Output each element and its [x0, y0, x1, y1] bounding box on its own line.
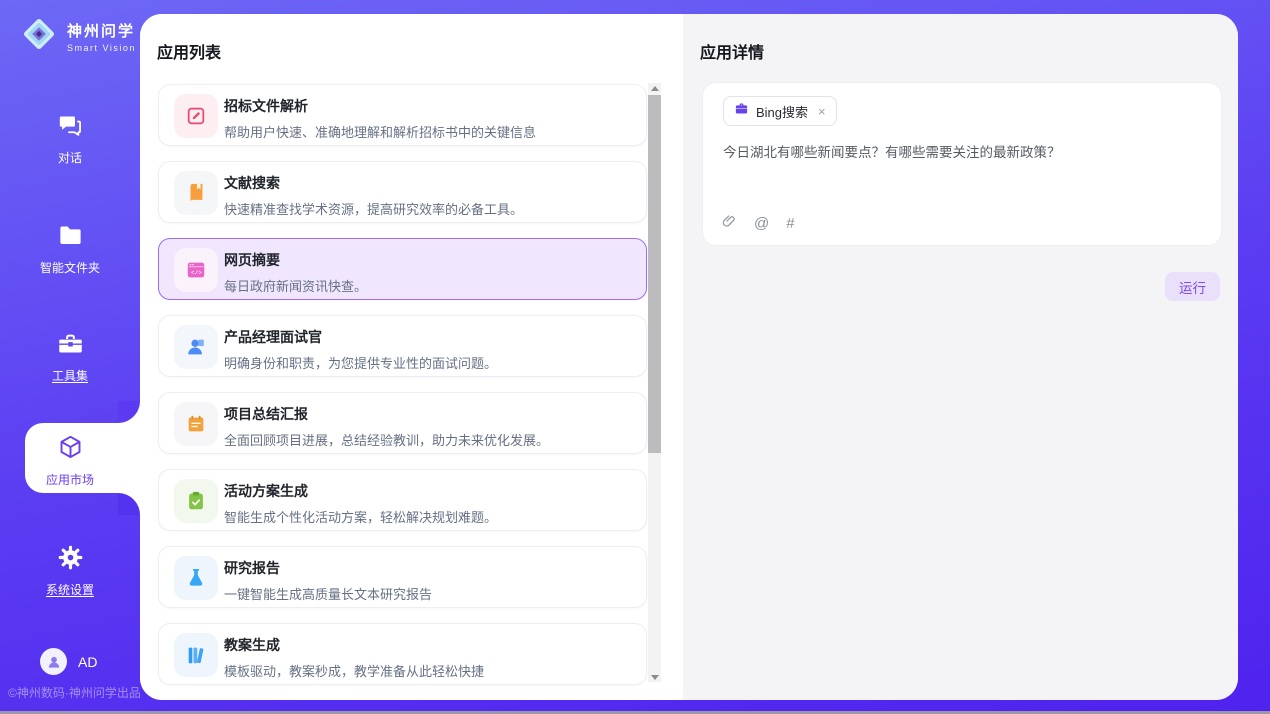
- scrollbar-up-arrow-icon[interactable]: [648, 83, 661, 93]
- topic-hash-icon[interactable]: #: [786, 215, 794, 232]
- input-action-row: @ #: [721, 213, 795, 234]
- app-desc: 智能生成个性化活动方案，轻松解决规划难题。: [224, 507, 634, 526]
- mention-icon[interactable]: @: [754, 215, 769, 232]
- app-name: 网页摘要: [224, 250, 634, 270]
- app-name: 招标文件解析: [224, 96, 634, 116]
- tool-tag-label: Bing搜索: [756, 102, 808, 121]
- app-card-research-report[interactable]: 研究报告 一键智能生成高质量长文本研究报告: [158, 546, 647, 608]
- app-desc: 每日政府新闻资讯快查。: [224, 276, 634, 295]
- sidebar-label-settings: 系统设置: [0, 581, 140, 598]
- sidebar-item-chat[interactable]: 对话: [0, 112, 140, 166]
- app-list-section: 应用列表 招标文件解析 帮助用户快速、准确地理解和解析招标书中的关键信息: [140, 14, 683, 700]
- app-card-pm-interviewer[interactable]: 产品经理面试官 明确身份和职责，为您提供专业性的面试问题。: [158, 315, 647, 377]
- app-desc: 明确身份和职责，为您提供专业性的面试问题。: [224, 353, 634, 372]
- brand-logo: 神州问学 Smart Vision: [18, 13, 136, 60]
- sidebar-label-chat: 对话: [0, 149, 140, 166]
- scrollbar-thumb[interactable]: [648, 95, 661, 453]
- book-icon: [174, 171, 218, 215]
- app-list-scrollbar[interactable]: [648, 83, 661, 682]
- app-list-title: 应用列表: [157, 39, 221, 63]
- sidebar-item-toolset[interactable]: 工具集: [0, 330, 140, 384]
- user-account[interactable]: AD: [40, 648, 97, 675]
- books-icon: [174, 633, 218, 677]
- brand-name: 神州问学: [67, 20, 136, 41]
- app-card-bid-document-parse[interactable]: 招标文件解析 帮助用户快速、准确地理解和解析招标书中的关键信息: [158, 84, 647, 146]
- sidebar-item-settings[interactable]: 系统设置: [0, 544, 140, 598]
- person-icon: [174, 325, 218, 369]
- flask-icon: [174, 556, 218, 600]
- diamond-logo-icon: [18, 13, 60, 60]
- app-card-project-summary[interactable]: 项目总结汇报 全面回顾项目进展，总结经验教训，助力未来优化发展。: [158, 392, 647, 454]
- chat-icon: [57, 126, 84, 143]
- bubble-curve-top: [118, 401, 140, 423]
- app-desc: 全面回顾项目进展，总结经验教训，助力未来优化发展。: [224, 430, 634, 449]
- app-name: 研究报告: [224, 558, 634, 578]
- cube-icon: [57, 448, 84, 465]
- sidebar-label-smart-folder: 智能文件夹: [0, 259, 140, 276]
- user-avatar-icon: [40, 648, 67, 675]
- sidebar-item-smart-folder[interactable]: 智能文件夹: [0, 222, 140, 276]
- app-card-lesson-plan[interactable]: 教案生成 模板驱动，教案秒成，教学准备从此轻松快捷: [158, 623, 647, 685]
- app-name: 产品经理面试官: [224, 327, 634, 347]
- briefcase-icon: [734, 101, 749, 121]
- sidebar-item-app-market[interactable]: 应用市场: [0, 434, 140, 488]
- app-desc: 快速精准查找学术资源，提高研究效率的必备工具。: [224, 199, 634, 218]
- calendar-note-icon: [174, 402, 218, 446]
- query-input[interactable]: 今日湖北有哪些新闻要点？有哪些需要关注的最新政策？: [723, 143, 1201, 163]
- app-name: 教案生成: [224, 635, 634, 655]
- app-name: 项目总结汇报: [224, 404, 634, 424]
- bubble-curve-bottom: [118, 493, 140, 515]
- folder-icon: [57, 236, 84, 253]
- sidebar-label-toolset: 工具集: [0, 367, 140, 384]
- app-detail-title: 应用详情: [700, 39, 764, 63]
- app-card-list: 招标文件解析 帮助用户快速、准确地理解和解析招标书中的关键信息 文献搜索 快速精…: [158, 84, 647, 700]
- app-card-web-summary[interactable]: </> 网页摘要 每日政府新闻资讯快查。: [158, 238, 647, 300]
- scrollbar-down-arrow-icon[interactable]: [648, 672, 661, 682]
- clipboard-check-icon: [174, 479, 218, 523]
- browser-code-icon: </>: [174, 248, 218, 292]
- app-card-event-plan[interactable]: 活动方案生成 智能生成个性化活动方案，轻松解决规划难题。: [158, 469, 647, 531]
- app-detail-section: 应用详情 Bing搜索 × 今日湖北有哪些新闻要点？有哪些需要关注的最新政策？: [683, 14, 1238, 700]
- app-name: 活动方案生成: [224, 481, 634, 501]
- tool-tag-bing-search[interactable]: Bing搜索 ×: [723, 96, 837, 126]
- brand-tagline: Smart Vision: [67, 43, 136, 53]
- svg-text:</>: </>: [191, 269, 202, 276]
- sidebar: 神州问学 Smart Vision 对话 智能文件夹: [0, 0, 140, 714]
- toolbox-icon: [57, 344, 84, 361]
- document-edit-icon: [174, 94, 218, 138]
- app-name: 文献搜索: [224, 173, 634, 193]
- paperclip-icon[interactable]: [721, 213, 737, 234]
- app-desc: 一键智能生成高质量长文本研究报告: [224, 584, 634, 603]
- gear-icon: [57, 558, 84, 575]
- app-card-literature-search[interactable]: 文献搜索 快速精准查找学术资源，提高研究效率的必备工具。: [158, 161, 647, 223]
- app-desc: 帮助用户快速、准确地理解和解析招标书中的关键信息: [224, 122, 634, 141]
- sidebar-label-app-market: 应用市场: [0, 471, 140, 488]
- prompt-card: Bing搜索 × 今日湖北有哪些新闻要点？有哪些需要关注的最新政策？ @ #: [702, 82, 1222, 246]
- main-panel: 应用列表 招标文件解析 帮助用户快速、准确地理解和解析招标书中的关键信息: [140, 14, 1238, 700]
- user-name: AD: [78, 654, 97, 670]
- run-button[interactable]: 运行: [1165, 272, 1220, 301]
- tag-close-icon[interactable]: ×: [818, 104, 826, 119]
- app-desc: 模板驱动，教案秒成，教学准备从此轻松快捷: [224, 661, 634, 680]
